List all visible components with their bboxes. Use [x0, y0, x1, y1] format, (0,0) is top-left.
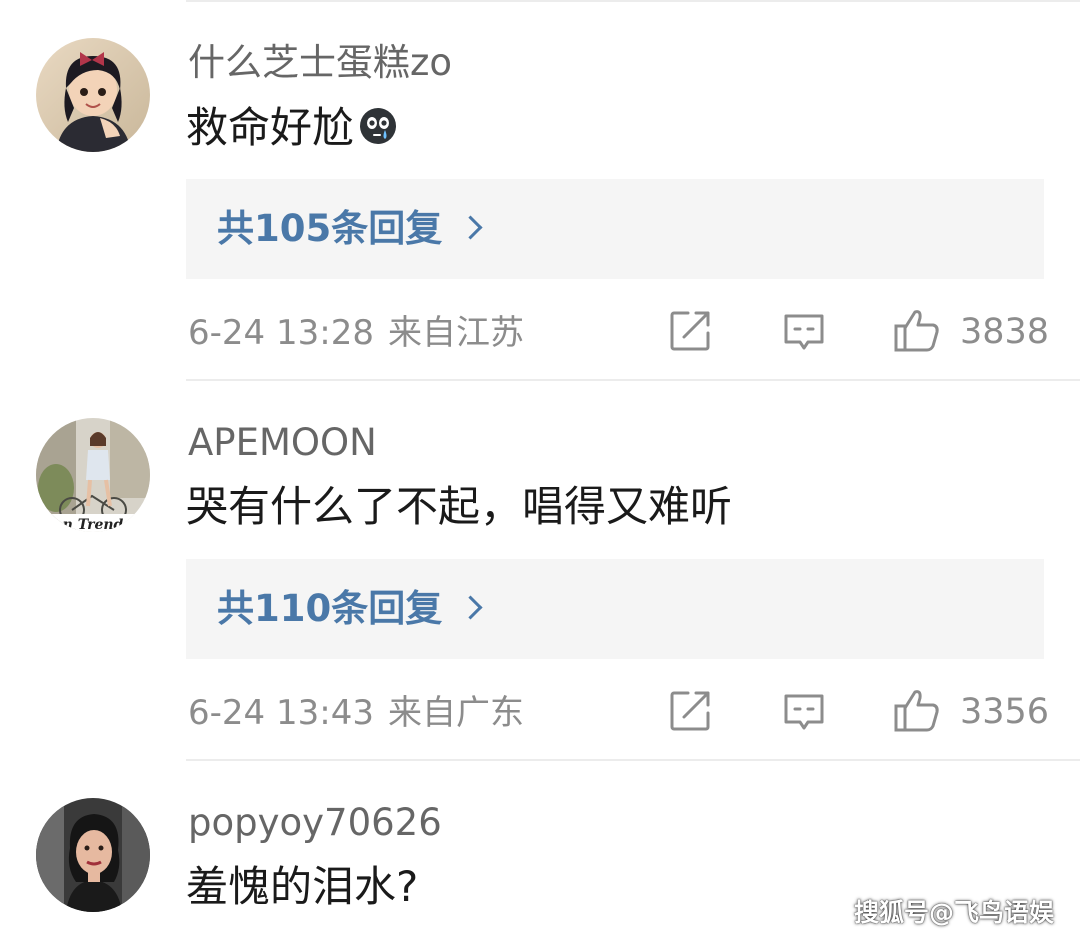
share-icon[interactable]: [668, 689, 712, 733]
watermark: 搜狐号@飞鸟语娱: [853, 898, 1054, 927]
avatar[interactable]: [36, 38, 150, 152]
timestamp: 6-24 13:43: [188, 693, 374, 733]
like-count: 3838: [960, 312, 1050, 352]
location: 来自江苏: [387, 313, 524, 353]
view-replies-label: 共105条回复: [217, 207, 483, 250]
view-replies-label: 共110条回复: [217, 587, 483, 630]
like-count: 3356: [960, 692, 1050, 732]
avatar[interactable]: n Trend: [36, 418, 150, 532]
username[interactable]: 什么芝士蛋糕zo: [188, 44, 452, 81]
chevron-right-icon: [458, 595, 483, 620]
view-replies-button[interactable]: 共105条回复: [186, 179, 1044, 279]
username[interactable]: popyoy70626: [188, 804, 442, 841]
divider: [186, 759, 1080, 761]
thumbs-up-icon[interactable]: [893, 686, 941, 734]
comment-icon[interactable]: [782, 690, 826, 734]
comment-text-body: 救命好尬: [186, 103, 355, 152]
avatar-caption: n Trend: [63, 517, 124, 532]
comment-icon[interactable]: [782, 310, 826, 354]
crying-face-emoji-icon: [360, 108, 397, 144]
comment-text: 哭有什么了不起，唱得又难听: [186, 482, 733, 531]
chevron-right-icon: [458, 215, 483, 240]
username[interactable]: APEMOON: [188, 424, 377, 461]
comment-text: 羞愧的泪水?: [186, 862, 419, 911]
timestamp: 6-24 13:28: [188, 313, 374, 353]
view-replies-text: 共110条回复: [217, 587, 443, 630]
location: 来自广东: [387, 693, 524, 733]
avatar[interactable]: [36, 798, 150, 912]
divider: [186, 0, 1080, 2]
comment-text: 救命好尬: [186, 106, 398, 149]
share-icon[interactable]: [668, 309, 712, 353]
divider: [186, 379, 1080, 381]
comment-meta: 6-24 13:43 来自广东: [188, 696, 524, 730]
comment-meta: 6-24 13:28 来自江苏: [188, 316, 524, 350]
view-replies-button[interactable]: 共110条回复: [186, 559, 1044, 659]
thumbs-up-icon[interactable]: [893, 306, 941, 354]
comment-feed: 什么芝士蛋糕zo 救命好尬 共105条回复 6-24 13:28 来自江苏 38…: [0, 0, 1080, 937]
view-replies-text: 共105条回复: [217, 207, 443, 250]
